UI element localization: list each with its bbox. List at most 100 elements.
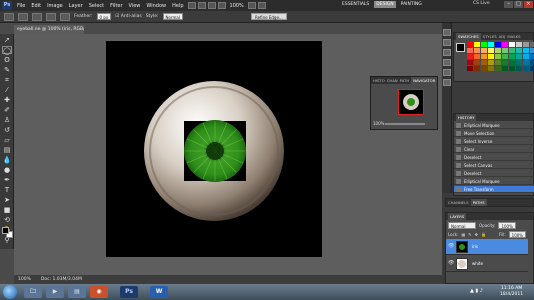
opacity-input[interactable]: 100% — [498, 222, 516, 229]
swatch-41[interactable] — [523, 60, 529, 65]
swatch-15[interactable] — [495, 48, 501, 53]
swatch-3[interactable] — [488, 42, 494, 47]
swatch-53[interactable] — [530, 66, 534, 71]
lock-all-icon[interactable]: 🔒 — [481, 232, 486, 237]
screen-mode-icon[interactable] — [257, 2, 266, 9]
gradient-tool-icon[interactable]: ▤ — [2, 146, 12, 154]
swatch-25[interactable] — [488, 54, 494, 59]
minimize-icon[interactable]: – — [504, 1, 513, 8]
swatch-29[interactable] — [516, 54, 522, 59]
swatch-30[interactable] — [523, 54, 529, 59]
media-player-taskbar-icon[interactable]: ▶ — [46, 286, 64, 298]
menu-filter[interactable]: Filter — [110, 3, 122, 9]
swatch-46[interactable] — [481, 66, 487, 71]
taskbar-clock[interactable]: 11:16 AM 18/4/2011 — [500, 286, 523, 298]
menu-select[interactable]: Select — [89, 3, 104, 9]
workspace-essentials[interactable]: ESSENTIALS — [340, 1, 371, 8]
swatch-27[interactable] — [502, 54, 508, 59]
photoshop-taskbar-icon[interactable]: Ps — [120, 286, 138, 298]
history-item[interactable]: Clear — [454, 146, 534, 153]
antialias-checkbox[interactable]: ☑ Anti-alias — [115, 14, 141, 19]
layer-row-white[interactable]: 👁 white — [446, 256, 528, 272]
tab-adjustments[interactable]: ADJ — [499, 33, 506, 40]
tab-swatches[interactable]: SWATCHES — [456, 33, 481, 40]
menu-help[interactable]: Help — [172, 3, 183, 9]
history-item[interactable]: Free Transform — [454, 186, 534, 193]
swatch-51[interactable] — [516, 66, 522, 71]
swatch-37[interactable] — [495, 60, 501, 65]
tab-channels[interactable]: CHAN — [387, 77, 398, 84]
tab-history[interactable]: HISTORY — [456, 114, 477, 121]
lock-transparent-icon[interactable]: ▦ — [461, 232, 465, 237]
healing-brush-tool-icon[interactable]: ✚ — [2, 96, 12, 104]
tab-masks[interactable]: MASKS — [507, 33, 520, 40]
layer-name[interactable]: iris — [472, 244, 478, 249]
folder-taskbar-icon[interactable]: ▤ — [68, 286, 86, 298]
brush-tool-icon[interactable]: ✐ — [2, 106, 12, 114]
swatch-5[interactable] — [502, 42, 508, 47]
cs-live-button[interactable]: CS Live — [473, 1, 490, 6]
swatch-39[interactable] — [509, 60, 515, 65]
swatch-24[interactable] — [481, 54, 487, 59]
new-selection-icon[interactable] — [18, 12, 28, 21]
tab-navigator[interactable]: NAVIGATOR — [411, 77, 438, 84]
tool-presets-icon[interactable] — [443, 49, 451, 56]
zoom-level-readout[interactable]: 100% — [230, 3, 244, 9]
swatch-2[interactable] — [481, 42, 487, 47]
paragraph-panel-icon[interactable] — [443, 69, 451, 76]
start-button[interactable] — [3, 285, 17, 299]
maximize-icon[interactable]: □ — [514, 1, 523, 8]
tab-styles[interactable]: STYLES — [483, 33, 497, 40]
intersect-selection-icon[interactable] — [60, 12, 70, 21]
blend-mode-select[interactable]: Normal — [448, 222, 476, 229]
swatch-50[interactable] — [509, 66, 515, 71]
swatch-33[interactable] — [467, 60, 473, 65]
swatch-13[interactable] — [481, 48, 487, 53]
swatch-52[interactable] — [523, 66, 529, 71]
workspace-design[interactable]: DESIGN — [374, 1, 396, 8]
blur-tool-icon[interactable]: 💧 — [2, 156, 12, 164]
arrange-documents-icon[interactable] — [247, 2, 256, 9]
navigator-zoom-slider[interactable] — [385, 123, 425, 125]
path-selection-tool-icon[interactable]: ➤ — [2, 196, 12, 204]
crop-tool-icon[interactable]: ⌗ — [2, 76, 12, 84]
navigator-zoom-readout[interactable]: 100% — [373, 121, 384, 126]
swatch-44[interactable] — [467, 66, 473, 71]
history-item[interactable]: Select Canvas — [454, 162, 534, 169]
swatch-1[interactable] — [474, 42, 480, 47]
explorer-taskbar-icon[interactable]: 🗀 — [24, 286, 42, 298]
tab-paths-dock[interactable]: PATHS — [470, 199, 487, 206]
history-item[interactable]: Elliptical Marquee — [454, 122, 534, 129]
elliptical-marquee-tool-icon[interactable]: ◯ — [2, 46, 12, 55]
close-icon[interactable]: × — [524, 1, 533, 8]
quick-selection-tool-icon[interactable]: ✎ — [2, 66, 12, 74]
eraser-tool-icon[interactable]: ▱ — [2, 136, 12, 144]
visibility-eye-icon[interactable]: 👁 — [448, 244, 454, 249]
swatch-22[interactable] — [467, 54, 473, 59]
firefox-taskbar-icon[interactable]: ◉ — [90, 286, 108, 298]
document-canvas[interactable] — [106, 41, 322, 257]
menu-view[interactable]: View — [129, 3, 141, 9]
swatch-38[interactable] — [502, 60, 508, 65]
swatch-47[interactable] — [488, 66, 494, 71]
3d-rotate-tool-icon[interactable]: ⟲ — [2, 216, 12, 224]
document-tab[interactable]: eyeball.ne @ 100% (iris, RGB/8) — [14, 25, 84, 34]
add-selection-icon[interactable] — [32, 12, 42, 21]
character-panel-icon[interactable] — [443, 59, 451, 66]
swatch-7[interactable] — [516, 42, 522, 47]
zoom-icon[interactable] — [217, 2, 226, 9]
style-select[interactable]: Normal — [162, 13, 183, 20]
subtract-selection-icon[interactable] — [46, 12, 56, 21]
pen-tool-icon[interactable]: ✒ — [2, 176, 12, 184]
swatch-0[interactable] — [467, 42, 473, 47]
foreground-color-swatch[interactable] — [2, 227, 9, 234]
menu-layer[interactable]: Layer — [69, 3, 83, 9]
lasso-tool-icon[interactable]: ʘ — [2, 56, 12, 64]
tab-layers[interactable]: LAYERS — [448, 213, 467, 220]
status-zoom[interactable]: 100% — [18, 275, 31, 284]
swatch-16[interactable] — [502, 48, 508, 53]
clone-stamp-tool-icon[interactable]: ♙ — [2, 116, 12, 124]
brush-panel-icon[interactable] — [443, 39, 451, 46]
tab-paths[interactable]: PATH — [400, 77, 410, 84]
menu-edit[interactable]: Edit — [31, 3, 41, 9]
